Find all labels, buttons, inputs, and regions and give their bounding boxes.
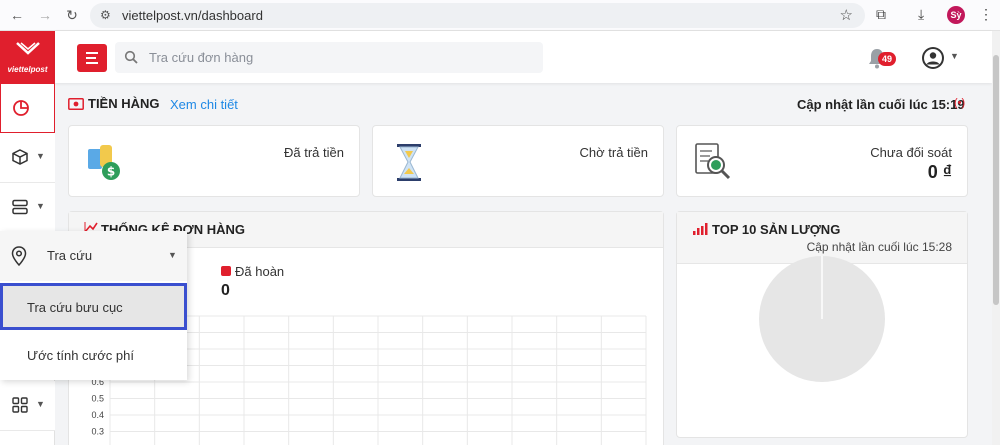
legend-label: Đã hoàn: [235, 264, 285, 279]
server-icon: [12, 199, 28, 215]
scrollbar-thumb[interactable]: [993, 55, 999, 305]
flyout-item-shipping-estimate[interactable]: Ước tính cước phí: [0, 331, 187, 380]
sidebar-item-apps[interactable]: ▼: [0, 381, 55, 431]
menu-toggle-button[interactable]: [77, 44, 107, 72]
user-avatar-icon[interactable]: [921, 46, 945, 70]
viettelpost-logo[interactable]: viettelpost: [0, 31, 55, 83]
menu-line: [86, 57, 96, 59]
logo-mark-icon: [16, 42, 40, 55]
chevron-down-icon: ▼: [36, 201, 45, 211]
chevron-down-icon: ▼: [36, 151, 45, 161]
menu-line: [86, 62, 98, 64]
forward-icon[interactable]: →: [36, 6, 54, 24]
card-label: Chưa đối soát: [870, 145, 952, 160]
money-title-text: TIỀN HÀNG: [88, 96, 160, 111]
location-pin-icon: [11, 246, 27, 266]
legend-swatch: [221, 266, 231, 276]
download-icon[interactable]: ⤓: [918, 6, 924, 23]
chevron-down-icon: ▼: [168, 250, 177, 260]
live-signal-icon: (•): [954, 97, 966, 109]
logo-text: viettelpost: [7, 65, 48, 74]
chevron-down-icon[interactable]: ▼: [950, 51, 959, 61]
apps-grid-icon: [12, 397, 28, 413]
bar-chart-icon: [693, 223, 708, 235]
search-placeholder: Tra cứu đơn hàng: [149, 50, 254, 65]
site-settings-icon[interactable]: ⚙: [100, 8, 111, 22]
card-pending[interactable]: Chờ trả tiền: [372, 125, 664, 197]
legend-value: 0: [221, 282, 230, 299]
top-header: Tra cứu đơn hàng 49 ▼: [55, 31, 992, 83]
browser-toolbar: ← → ↻ ⚙ viettelpost.vn/dashboard ☆ ⧉ ⤓ S…: [0, 0, 1000, 31]
browser-profile-avatar[interactable]: Sỳ: [947, 6, 965, 24]
flyout-item-post-office-lookup[interactable]: Tra cứu bưu cục: [0, 283, 187, 330]
card-value: 0 ₫: [927, 162, 952, 182]
flyout-header[interactable]: Tra cứu ▼: [0, 231, 187, 281]
card-label: Chờ trả tiền: [579, 145, 649, 160]
y-tick-label: 0.5: [91, 394, 104, 404]
bookmark-star-icon[interactable]: ☆: [840, 6, 853, 24]
sidebar-item-services[interactable]: ▼: [0, 183, 55, 233]
top10-title: TOP 10 SẢN LƯỢNG: [712, 222, 841, 237]
money-bag-icon: $: [88, 145, 120, 180]
view-details-link[interactable]: Xem chi tiết: [170, 97, 238, 112]
chevron-down-icon: ▼: [36, 399, 45, 409]
url-text: viettelpost.vn/dashboard: [122, 8, 263, 23]
search-icon: [124, 50, 138, 64]
sidebar-item-orders[interactable]: ▼: [0, 133, 55, 183]
y-tick-label: 0.3: [91, 427, 104, 437]
address-bar[interactable]: ⚙ viettelpost.vn/dashboard ☆: [90, 3, 865, 28]
hourglass-icon: [397, 144, 421, 181]
money-section-title: TIỀN HÀNG: [68, 96, 160, 111]
notification-count-badge: 49: [878, 52, 896, 66]
pie-chart-icon: [13, 100, 29, 116]
page-scrollbar[interactable]: [992, 31, 1000, 445]
tra-cuu-flyout-menu: Tra cứu ▼ Tra cứu bưu cục Ước tính cước …: [0, 231, 187, 380]
flyout-title: Tra cứu: [47, 248, 93, 263]
top10-updated: Cập nhật lần cuối lúc 15:28: [806, 240, 952, 254]
reload-icon[interactable]: ↻: [63, 6, 81, 24]
svg-text:$: $: [107, 165, 115, 179]
browser-menu-icon[interactable]: ⋮: [979, 6, 993, 23]
sidebar-item-dashboard[interactable]: [0, 83, 55, 133]
top10-pie-chart: [759, 256, 885, 382]
order-search-input[interactable]: Tra cứu đơn hàng: [115, 42, 543, 73]
document-search-icon: [695, 143, 731, 180]
card-unreconciled[interactable]: Chưa đối soát 0 ₫: [676, 125, 968, 197]
back-icon[interactable]: ←: [8, 6, 26, 24]
card-label: Đã trả tiền: [284, 145, 344, 160]
flyout-item-label: Tra cứu bưu cục: [27, 300, 123, 315]
extensions-icon[interactable]: ⧉: [876, 6, 886, 23]
flyout-item-label: Ước tính cước phí: [27, 348, 134, 363]
menu-line: [86, 52, 98, 54]
y-tick-label: 0.4: [91, 410, 104, 420]
money-updated-time: Cập nhật lần cuối lúc 15:19: [797, 97, 965, 112]
package-icon: [12, 149, 28, 165]
card-paid[interactable]: $ Đã trả tiền: [68, 125, 360, 197]
